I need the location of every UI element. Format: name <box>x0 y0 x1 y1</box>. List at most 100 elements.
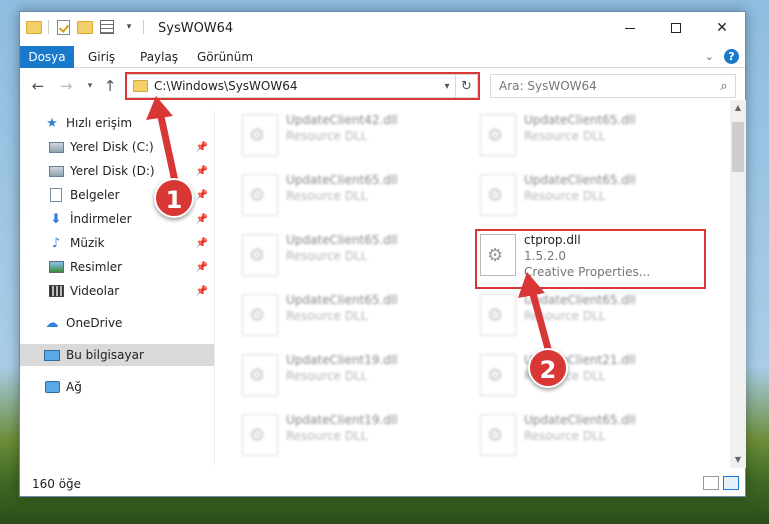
pin-icon[interactable]: 📌 <box>196 214 208 225</box>
quick-access-toolbar: ▾ <box>26 19 144 35</box>
sidebar-item-label: OneDrive <box>66 316 123 330</box>
sidebar-item-onedrive[interactable]: ☁ OneDrive <box>20 312 214 334</box>
file-name: UpdateClient19.dll <box>286 413 398 427</box>
chevron-down-icon: ▾ <box>87 81 93 91</box>
expand-ribbon-icon[interactable]: ⌄ <box>705 50 714 63</box>
sidebar-item-label: Hızlı erişim <box>66 116 133 130</box>
navigation-pane: ★ Hızlı erişim Yerel Disk (C:) 📌 Yerel D… <box>20 110 215 466</box>
tab-share[interactable]: Paylaş <box>130 46 188 68</box>
file-type: Resource DLL <box>286 309 368 323</box>
sidebar-item-network[interactable]: Ağ <box>20 376 214 398</box>
sidebar-item-disk-d[interactable]: Yerel Disk (D:) 📌 <box>20 160 214 182</box>
list-item[interactable]: UpdateClient65.dll Resource DLL <box>220 290 450 344</box>
list-item[interactable]: UpdateClient21.dllResource DLL <box>458 350 688 404</box>
recent-locations-button[interactable]: ▾ <box>80 76 100 96</box>
file-name: UpdateClient65.dll <box>524 293 636 307</box>
file-highlight-box <box>475 229 706 289</box>
forward-button[interactable]: → <box>56 76 76 96</box>
toolbar-divider <box>48 20 49 34</box>
scroll-thumb[interactable] <box>732 122 744 172</box>
star-icon: ★ <box>46 115 58 131</box>
properties-check-icon[interactable] <box>55 19 71 35</box>
tiles-view-icon[interactable] <box>723 476 739 490</box>
window-title: SysWOW64 <box>158 21 234 36</box>
file-name: UpdateClient65.dll <box>524 173 636 187</box>
dll-file-icon <box>242 294 278 336</box>
sidebar-item-quick-access[interactable]: ★ Hızlı erişim <box>20 112 214 134</box>
back-button[interactable]: ← <box>28 76 48 96</box>
dll-file-icon <box>480 294 516 336</box>
dll-file-icon <box>480 414 516 456</box>
new-folder-icon[interactable] <box>77 19 93 35</box>
file-name: UpdateClient65.dll <box>286 173 398 187</box>
file-type: Resource DLL <box>524 309 606 323</box>
dll-file-icon <box>242 234 278 276</box>
dll-file-icon <box>242 114 278 156</box>
scroll-down-icon[interactable]: ▼ <box>730 452 746 468</box>
title-bar: ▾ SysWOW64 ✕ <box>20 12 745 46</box>
list-item[interactable]: UpdateClient19.dll Resource DLL <box>220 410 450 464</box>
file-name: UpdateClient65.dll <box>286 293 398 307</box>
details-view-icon[interactable] <box>703 476 719 490</box>
properties-icon[interactable] <box>99 19 115 35</box>
close-button[interactable]: ✕ <box>699 12 745 44</box>
documents-icon <box>48 188 64 202</box>
help-icon[interactable]: ? <box>724 49 739 64</box>
search-input[interactable]: Ara: SysWOW64 <box>491 79 713 93</box>
folder-icon <box>26 19 42 35</box>
drive-icon <box>48 164 64 178</box>
search-icon[interactable]: ⌕ <box>713 79 735 94</box>
list-item[interactable]: UpdateClient19.dll Resource DLL <box>220 350 450 404</box>
vertical-scrollbar[interactable]: ▲ ▼ <box>730 100 746 468</box>
music-icon: ♪ <box>51 235 61 251</box>
sidebar-item-disk-c[interactable]: Yerel Disk (C:) 📌 <box>20 136 214 158</box>
ribbon-tabs: Dosya Giriş Paylaş Görünüm ⌄ ? <box>20 46 745 68</box>
scroll-up-icon[interactable]: ▲ <box>730 100 746 116</box>
minimize-icon <box>625 27 635 29</box>
tab-home[interactable]: Giriş <box>78 46 125 68</box>
file-type: Resource DLL <box>286 429 368 443</box>
minimize-button[interactable] <box>607 12 653 44</box>
list-item[interactable]: UpdateClient65.dll Resource DLL <box>458 170 688 224</box>
back-arrow-icon: ← <box>31 77 45 95</box>
sidebar-item-label: Belgeler <box>70 188 120 202</box>
dll-file-icon <box>480 354 516 396</box>
pin-icon[interactable]: 📌 <box>196 142 208 153</box>
pin-icon[interactable]: 📌 <box>196 190 208 201</box>
maximize-button[interactable] <box>653 12 699 44</box>
tab-view[interactable]: Görünüm <box>187 46 263 68</box>
maximize-icon <box>671 23 681 33</box>
list-item[interactable]: UpdateClient65.dll Resource DLL <box>220 170 450 224</box>
sidebar-item-this-pc[interactable]: Bu bilgisayar <box>20 344 214 366</box>
dll-file-icon <box>242 414 278 456</box>
file-type: Resource DLL <box>524 429 606 443</box>
file-name: UpdateClient65.dll <box>524 113 636 127</box>
tab-file[interactable]: Dosya <box>20 46 74 68</box>
navigation-bar: ← → ▾ ↑ C:\Windows\SysWOW64 ▾ ↻ Ara: Sys… <box>20 72 745 100</box>
sidebar-item-videos[interactable]: Videolar 📌 <box>20 280 214 302</box>
pin-icon[interactable]: 📌 <box>196 238 208 249</box>
cloud-icon: ☁ <box>45 315 59 331</box>
file-type: Resource DLL <box>524 189 606 203</box>
sidebar-item-music[interactable]: ♪ Müzik 📌 <box>20 232 214 254</box>
status-bar: 160 öğe <box>20 472 745 496</box>
pane-divider[interactable] <box>214 110 215 466</box>
list-item[interactable]: UpdateClient65.dll Resource DLL <box>458 290 688 344</box>
customize-toolbar-icon[interactable]: ▾ <box>121 19 137 35</box>
search-box[interactable]: Ara: SysWOW64 ⌕ <box>490 74 736 98</box>
up-arrow-icon: ↑ <box>103 77 117 95</box>
view-switcher <box>703 476 739 490</box>
file-type: Resource DLL <box>286 369 368 383</box>
pin-icon[interactable]: 📌 <box>196 262 208 273</box>
dll-file-icon <box>242 174 278 216</box>
sidebar-item-label: Resimler <box>70 260 123 274</box>
list-item[interactable]: UpdateClient65.dll Resource DLL <box>458 410 688 464</box>
list-item[interactable]: UpdateClient65.dll Resource DLL <box>220 230 450 284</box>
sidebar-item-pictures[interactable]: Resimler 📌 <box>20 256 214 278</box>
pin-icon[interactable]: 📌 <box>196 166 208 177</box>
up-button[interactable]: ↑ <box>100 76 120 96</box>
download-icon: ⬇ <box>50 211 62 227</box>
list-item[interactable]: UpdateClient65.dll Resource DLL <box>458 110 688 164</box>
pin-icon[interactable]: 📌 <box>196 286 208 297</box>
list-item[interactable]: UpdateClient42.dll Resource DLL <box>220 110 450 164</box>
